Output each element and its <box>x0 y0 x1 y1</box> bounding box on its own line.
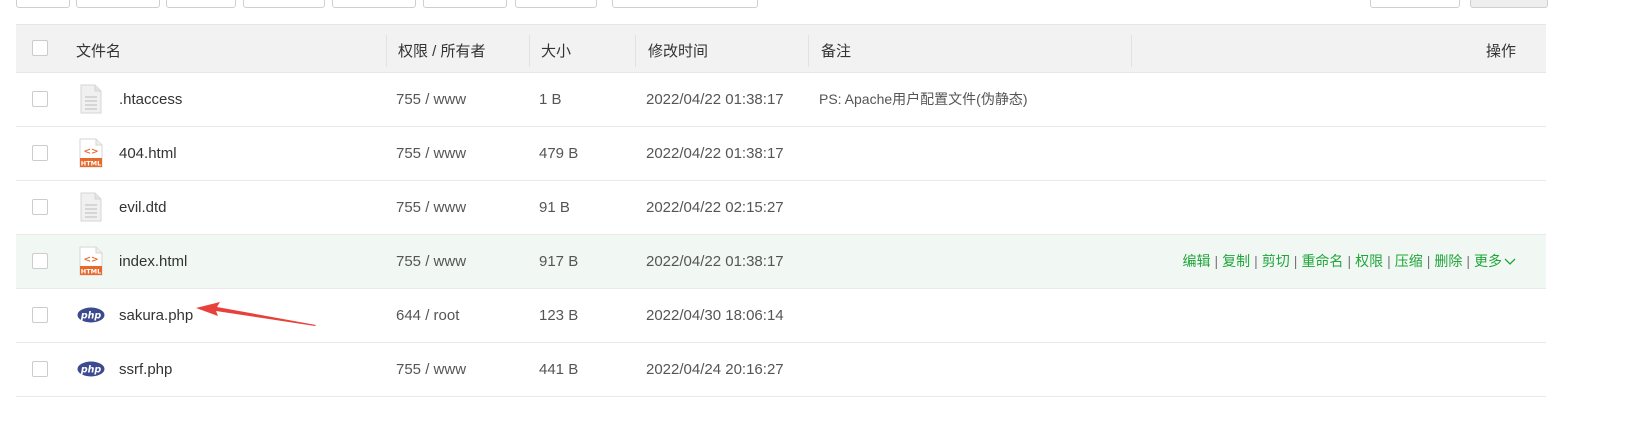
toolbar <box>0 0 1646 8</box>
delete-link[interactable]: 删除 <box>1434 253 1462 269</box>
file-permission[interactable]: 755 / www <box>396 343 466 396</box>
file-modified: 2022/04/24 20:16:27 <box>646 361 784 378</box>
toolbar-button[interactable] <box>243 0 325 8</box>
file-name[interactable]: .htaccess <box>119 73 182 126</box>
file-size: 441 B <box>539 361 579 378</box>
svg-text:<>: <> <box>83 255 98 265</box>
action-separator: | <box>1347 253 1352 269</box>
action-separator: | <box>1293 253 1298 269</box>
file-name[interactable]: 404.html <box>119 127 177 180</box>
file-modified: 2022/04/22 01:38:17 <box>646 145 784 162</box>
file-permission[interactable]: 755 / www <box>396 235 466 288</box>
table-row[interactable]: <> HTML index.html 755 / www 917 B 2022/… <box>16 235 1546 289</box>
row-checkbox[interactable] <box>32 199 48 215</box>
svg-text:HTML: HTML <box>81 268 101 276</box>
file-name[interactable]: sakura.php <box>119 289 193 342</box>
file-table: 文件名 权限 / 所有者 大小 修改时间 备注 操作 .htaccess 755… <box>16 24 1546 397</box>
column-divider <box>386 35 387 67</box>
permission-link[interactable]: 权限 <box>1355 253 1383 269</box>
action-separator: | <box>1466 253 1470 269</box>
php-file-icon: php <box>77 307 105 323</box>
file-size: 1 B <box>539 91 562 108</box>
html-file-icon: <> HTML <box>79 246 103 276</box>
action-separator: | <box>1387 253 1391 269</box>
action-separator: | <box>1426 253 1431 269</box>
file-permission[interactable]: 755 / www <box>396 181 466 234</box>
file-permission[interactable]: 755 / www <box>396 127 466 180</box>
file-name[interactable]: evil.dtd <box>119 181 167 234</box>
toolbar-button[interactable] <box>76 0 160 8</box>
header-size[interactable]: 大小 <box>541 25 571 72</box>
rename-link[interactable]: 重命名 <box>1301 253 1343 269</box>
svg-text:HTML: HTML <box>81 160 101 168</box>
select-all-checkbox[interactable] <box>32 40 48 56</box>
table-row[interactable]: evil.dtd 755 / www 91 B 2022/04/22 02:15… <box>16 181 1546 235</box>
compress-link[interactable]: 压缩 <box>1395 253 1423 269</box>
header-permission[interactable]: 权限 / 所有者 <box>398 25 486 72</box>
toolbar-button[interactable] <box>16 0 70 8</box>
file-size: 479 B <box>539 145 579 162</box>
chevron-down-icon[interactable] <box>1504 258 1516 266</box>
file-modified: 2022/04/22 02:15:27 <box>646 199 784 216</box>
cut-link[interactable]: 剪切 <box>1262 253 1290 269</box>
file-name[interactable]: ssrf.php <box>119 343 172 396</box>
toolbar-button[interactable] <box>1370 0 1460 8</box>
toolbar-button[interactable] <box>612 0 758 8</box>
file-permission[interactable]: 644 / root <box>396 289 459 342</box>
row-checkbox[interactable] <box>32 307 48 323</box>
file-size: 91 B <box>539 199 570 216</box>
svg-text:<>: <> <box>83 147 98 157</box>
table-row[interactable]: .htaccess 755 / www 1 B 2022/04/22 01:38… <box>16 73 1546 127</box>
svg-text:php: php <box>80 311 102 322</box>
file-note[interactable]: PS: Apache用户配置文件(伪静态) <box>819 73 1028 126</box>
more-link[interactable]: 更多 <box>1474 253 1502 269</box>
toolbar-button[interactable] <box>166 0 236 8</box>
toolbar-button[interactable] <box>1470 0 1548 8</box>
row-checkbox[interactable] <box>32 145 48 161</box>
file-modified: 2022/04/22 01:38:17 <box>646 253 784 270</box>
toolbar-button[interactable] <box>515 0 597 8</box>
file-icon <box>80 84 102 114</box>
file-modified: 2022/04/22 01:38:17 <box>646 91 784 108</box>
column-divider <box>808 35 809 67</box>
action-separator: | <box>1254 253 1258 269</box>
annotation-arrow-icon <box>196 302 316 326</box>
row-checkbox[interactable] <box>32 361 48 377</box>
file-icon <box>80 192 102 222</box>
edit-link[interactable]: 编辑 <box>1183 253 1211 269</box>
column-divider <box>529 35 530 67</box>
table-header: 文件名 权限 / 所有者 大小 修改时间 备注 操作 <box>16 25 1546 73</box>
file-permission[interactable]: 755 / www <box>396 73 466 126</box>
header-name[interactable]: 文件名 <box>76 25 121 72</box>
copy-link[interactable]: 复制 <box>1222 253 1250 269</box>
table-row[interactable]: php ssrf.php 755 / www 441 B 2022/04/24 … <box>16 343 1546 397</box>
toolbar-button[interactable] <box>332 0 416 8</box>
header-modified[interactable]: 修改时间 <box>648 25 708 72</box>
php-file-icon: php <box>77 361 105 377</box>
file-name[interactable]: index.html <box>119 235 187 288</box>
svg-text:php: php <box>80 365 102 376</box>
row-checkbox[interactable] <box>32 91 48 107</box>
file-modified: 2022/04/30 18:06:14 <box>646 307 784 324</box>
file-size: 123 B <box>539 307 579 324</box>
table-row[interactable]: <> HTML 404.html 755 / www 479 B 2022/04… <box>16 127 1546 181</box>
column-divider <box>635 35 636 67</box>
header-actions: 操作 <box>1485 43 1516 60</box>
row-actions: 编辑 | 复制 | 剪切 | 重命名 | 权限 | 压缩 | 删除 | 更多 <box>1183 235 1516 288</box>
html-file-icon: <> HTML <box>79 138 103 168</box>
column-divider <box>1131 35 1132 67</box>
action-separator: | <box>1214 253 1219 269</box>
file-size: 917 B <box>539 253 579 270</box>
header-note: 备注 <box>821 43 852 60</box>
row-checkbox[interactable] <box>32 253 48 269</box>
toolbar-button[interactable] <box>423 0 507 8</box>
